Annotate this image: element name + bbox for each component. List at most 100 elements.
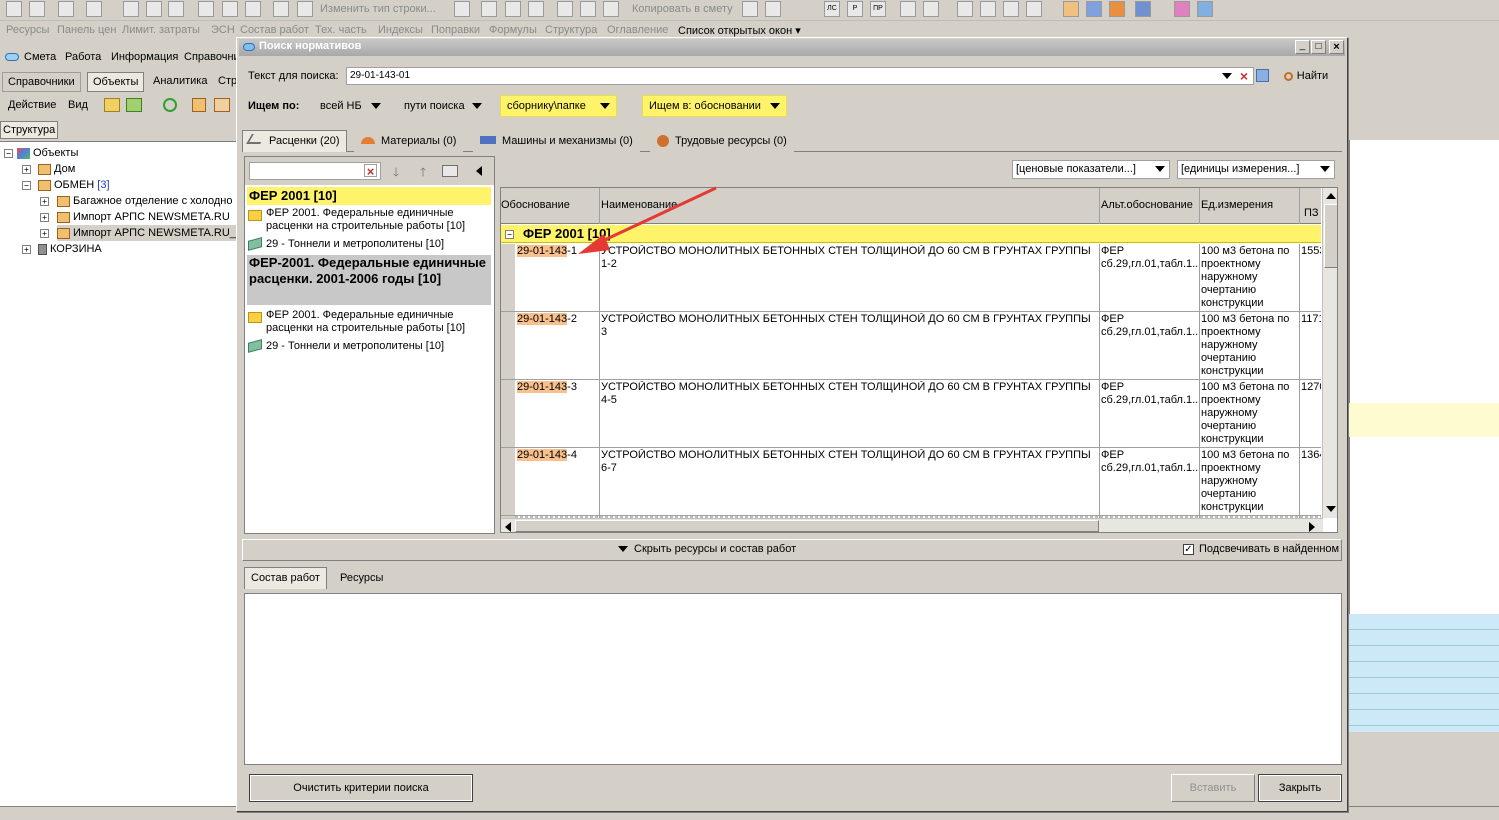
tab-objects[interactable]: Объекты: [87, 72, 145, 92]
search-options-icon[interactable]: [1256, 69, 1269, 82]
toolbar-icon-14[interactable]: [742, 1, 758, 17]
tree-item-child2[interactable]: Импорт АРПС NEWSMETA.RU: [57, 209, 230, 225]
filter-input[interactable]: [249, 162, 381, 180]
close-window-button[interactable]: ×: [1329, 40, 1344, 54]
copy-icon[interactable]: [580, 1, 596, 17]
expand-child1[interactable]: +: [40, 197, 49, 206]
collapse-obmen[interactable]: −: [22, 181, 31, 190]
table-row[interactable]: 29-01-143-4 УСТРОЙСТВО МОНОЛИТНЫХ БЕТОНН…: [501, 448, 1321, 516]
expand-dom[interactable]: +: [22, 165, 31, 174]
vertical-scrollbar[interactable]: [1322, 188, 1337, 518]
tab-references[interactable]: Справочники: [2, 72, 81, 92]
search-where-dropdown[interactable]: Ищем в: обосновании: [642, 95, 787, 117]
col-code-header[interactable]: Обоснование: [501, 199, 570, 212]
table-row[interactable]: 29-01-143-3 УСТРОЙСТВО МОНОЛИТНЫХ БЕТОНН…: [501, 380, 1321, 448]
toolbar-icon-12[interactable]: [505, 1, 521, 17]
r-icon[interactable]: Р: [847, 1, 863, 17]
menu-estimate[interactable]: Смета: [24, 48, 56, 66]
maximize-button[interactable]: □: [1311, 40, 1326, 54]
tree-item-basket[interactable]: КОРЗИНА: [38, 241, 102, 257]
collection-dropdown[interactable]: сборнику\папке: [500, 95, 617, 117]
open-windows-link[interactable]: Список открытых окон ▾: [678, 24, 801, 37]
search-input[interactable]: 29-01-143-01: [346, 67, 1254, 85]
menu-info[interactable]: Информация: [111, 48, 178, 66]
tab-machines[interactable]: Машины и механизмы (0): [473, 130, 640, 152]
minimize-button[interactable]: _: [1295, 40, 1310, 54]
price-indicators-dropdown[interactable]: [ценовые показатели...]: [1012, 160, 1170, 179]
undo-icon[interactable]: [168, 1, 184, 17]
group2-folder[interactable]: ФЕР 2001. Федеральные единичные расценки…: [248, 309, 491, 335]
clear-filter-icon[interactable]: ×: [364, 164, 377, 178]
expand-child3[interactable]: +: [40, 229, 49, 238]
arrow-down-icon[interactable]: 🡓: [389, 163, 403, 179]
table-row[interactable]: 29-01-143-2 УСТРОЙСТВО МОНОЛИТНЫХ БЕТОНН…: [501, 312, 1321, 380]
scope-dropdown[interactable]: всей НБ: [313, 95, 388, 117]
book-icon[interactable]: [442, 165, 458, 177]
tab-work-composition[interactable]: Состав работ: [244, 567, 327, 589]
group1-section[interactable]: 29 - Тоннели и метрополитены [10]: [248, 237, 491, 252]
group2-section[interactable]: 29 - Тоннели и метрополитены [10]: [248, 339, 491, 354]
resources-link[interactable]: Ресурсы: [6, 24, 49, 36]
toolbar-icon-3[interactable]: [58, 1, 74, 17]
col-alt-header[interactable]: Альт.обоснование: [1101, 199, 1193, 212]
level-down-icon[interactable]: [126, 98, 142, 112]
tab-analytics[interactable]: Аналитика: [148, 72, 212, 92]
price-panel-link[interactable]: Панель цен: [57, 24, 116, 36]
change-row-type-button[interactable]: Изменить тип строки...: [320, 3, 436, 15]
tree-item-dom[interactable]: Дом: [38, 161, 75, 177]
clear-search-icon[interactable]: ×: [1237, 69, 1251, 83]
close-button[interactable]: Закрыть: [1258, 774, 1342, 802]
toolbar-icon-5[interactable]: [198, 1, 214, 17]
group1-title[interactable]: ФЕР 2001 [10]: [247, 187, 491, 205]
tab-resources[interactable]: Ресурсы: [333, 567, 391, 589]
units-dropdown[interactable]: [единицы измерения...]: [1177, 160, 1335, 179]
tree-item-child3[interactable]: Импорт АРПС NEWSMETA.RU_: [57, 225, 240, 241]
tab-labor[interactable]: Трудовые ресурсы (0): [650, 130, 794, 152]
book-icon-2[interactable]: [1197, 1, 1213, 17]
toolbar-icon-13[interactable]: [528, 1, 544, 17]
toolbar-icon-17[interactable]: [923, 1, 939, 17]
truck-icon[interactable]: [1135, 1, 1151, 17]
group2-title[interactable]: ФЕР-2001. Федеральные единичные расценки…: [247, 255, 491, 305]
paths-dropdown[interactable]: пути поиска: [397, 95, 489, 117]
refresh-icon[interactable]: [146, 1, 162, 17]
highlight-label[interactable]: Подсвечивать в найденном: [1199, 543, 1339, 555]
expand-child2[interactable]: +: [40, 213, 49, 222]
book-icon[interactable]: [1174, 1, 1190, 17]
tree-item-objects[interactable]: Объекты: [17, 145, 78, 161]
formulas-link[interactable]: Формулы: [489, 24, 537, 36]
action-menu[interactable]: Действие: [8, 99, 56, 111]
tree-item-obmen[interactable]: ОБМЕН [3]: [38, 177, 110, 193]
copy-to-estimate-button[interactable]: Копировать в смету: [632, 3, 733, 15]
structure-link[interactable]: Структура: [545, 24, 597, 36]
ls-icon[interactable]: ЛС: [824, 1, 840, 17]
dialog-title-bar[interactable]: Поиск нормативов _ □ ×: [239, 39, 1345, 56]
pr-icon[interactable]: ПР: [870, 1, 886, 17]
paste-icon[interactable]: [603, 1, 619, 17]
horizontal-scrollbar[interactable]: [501, 518, 1323, 532]
structure-tab[interactable]: Структура: [0, 121, 59, 139]
save-icon[interactable]: [123, 1, 139, 17]
scroll-right-icon[interactable]: [1309, 522, 1315, 532]
labor-icon[interactable]: [1063, 1, 1079, 17]
cut-icon[interactable]: [557, 1, 573, 17]
collapse-left-icon[interactable]: [476, 166, 482, 176]
arrow-up-icon[interactable]: 🡑: [416, 163, 430, 179]
highlight-checkbox[interactable]: ✓: [1183, 544, 1194, 555]
house-icon[interactable]: [192, 98, 206, 112]
scroll-up-icon[interactable]: [1326, 193, 1336, 199]
tab-rates[interactable]: Расценки (20): [242, 130, 347, 152]
limits-link[interactable]: Лимит. затраты: [122, 24, 200, 36]
reload-icon[interactable]: [163, 98, 177, 112]
toolbar-icon-15[interactable]: [765, 1, 781, 17]
toolbar-icon-11[interactable]: [481, 1, 497, 17]
toolbar-icon-6[interactable]: [222, 1, 238, 17]
tech-part-link[interactable]: Тех. часть: [315, 24, 367, 36]
insert-button[interactable]: Вставить: [1171, 774, 1255, 802]
level-up-icon[interactable]: [104, 98, 120, 112]
scroll-left-icon[interactable]: [505, 522, 511, 532]
toolbar-icon-16[interactable]: [900, 1, 916, 17]
indent-icon[interactable]: [957, 1, 973, 17]
toolbar-icon-9[interactable]: [297, 1, 313, 17]
outdent-icon[interactable]: [1003, 1, 1019, 17]
